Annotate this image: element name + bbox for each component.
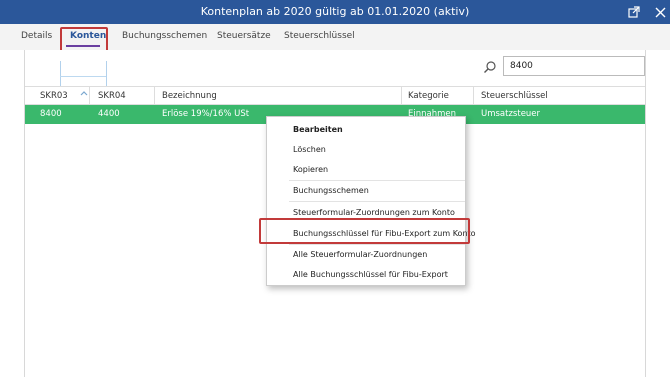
header-steuerschluessel[interactable]: Steuerschlüssel [481, 91, 548, 101]
menu-item-buchungsschemen[interactable]: Buchungsschemen [293, 186, 369, 195]
popout-icon[interactable] [620, 0, 648, 24]
menu-divider [289, 201, 465, 202]
title-bar: Kontenplan ab 2020 gültig ab 01.01.2020 … [0, 0, 670, 24]
menu-item-alle-buchungsschluessel[interactable]: Alle Buchungsschlüssel für Fibu-Export [293, 270, 448, 279]
tab-details[interactable]: Details [21, 31, 52, 41]
menu-highlight-box [259, 218, 470, 244]
table-header: SKR03 SKR04 Bezeichnung Kategorie Steuer… [25, 86, 645, 106]
menu-divider [289, 244, 465, 245]
cell-skr04: 4400 [98, 109, 120, 119]
menu-divider [289, 180, 465, 181]
tab-buchungsschemen[interactable]: Buchungsschemen [122, 31, 207, 41]
column-divider[interactable] [473, 87, 474, 106]
column-divider[interactable] [401, 87, 402, 106]
column-divider[interactable] [89, 87, 90, 106]
menu-item-loeschen[interactable]: Löschen [293, 145, 326, 154]
cell-bezeichnung: Erlöse 19%/16% USt [162, 109, 250, 119]
header-bezeichnung[interactable]: Bezeichnung [162, 91, 217, 101]
context-menu: Bearbeiten Löschen Kopieren Buchungssche… [266, 116, 476, 286]
window-title: Kontenplan ab 2020 gültig ab 01.01.2020 … [200, 5, 470, 18]
cell-steuerschluessel: Umsatzsteuer [481, 109, 541, 119]
menu-item-kopieren[interactable]: Kopieren [293, 165, 328, 174]
cell-skr03: 8400 [40, 109, 62, 119]
search-icon[interactable] [483, 59, 497, 73]
menu-item-alle-steuerformular-zuordnungen[interactable]: Alle Steuerformular-Zuordnungen [293, 250, 427, 259]
search-input[interactable] [503, 56, 645, 76]
tab-steuerschluessel[interactable]: Steuerschlüssel [284, 31, 355, 41]
menu-item-bearbeiten[interactable]: Bearbeiten [293, 125, 343, 134]
column-divider[interactable] [154, 87, 155, 106]
sort-ascending-icon[interactable] [79, 88, 89, 98]
column-drag-guide-bar [60, 76, 106, 77]
header-skr04[interactable]: SKR04 [98, 91, 126, 101]
header-kategorie[interactable]: Kategorie [408, 91, 449, 101]
menu-item-steuerformular-zuordnungen[interactable]: Steuerformular-Zuordnungen zum Konto [293, 208, 455, 217]
header-skr03[interactable]: SKR03 [40, 91, 68, 101]
close-icon[interactable] [646, 0, 670, 24]
tab-steuersaetze[interactable]: Steuersätze [217, 31, 271, 41]
